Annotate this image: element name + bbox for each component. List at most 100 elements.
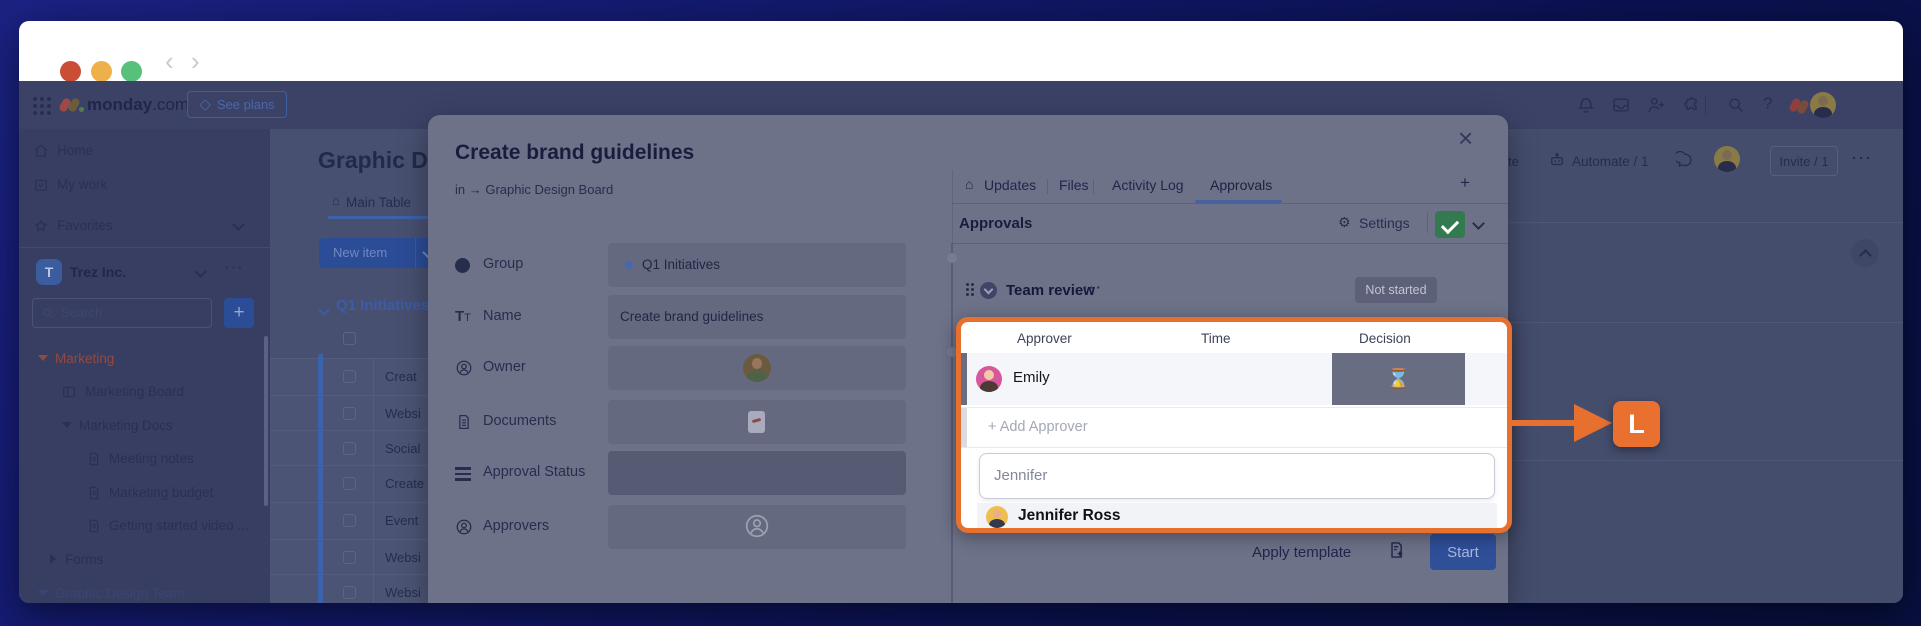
table-row[interactable]: Websi <box>270 574 428 603</box>
workspace-menu-icon[interactable]: ··· <box>225 260 245 275</box>
row-checkbox[interactable] <box>343 407 356 420</box>
add-tab-button[interactable]: + <box>1460 173 1470 193</box>
user-avatar[interactable] <box>1810 92 1836 118</box>
table-row[interactable]: Websi <box>270 539 428 576</box>
table-row[interactable]: Websi <box>270 395 428 432</box>
notifications-bell-icon[interactable] <box>1576 95 1596 115</box>
template-doc-icon[interactable] <box>1387 540 1407 560</box>
doc-icon <box>86 485 102 501</box>
group-title[interactable]: Q1 Initiatives <box>336 297 428 314</box>
column-decision: Decision <box>1359 331 1411 346</box>
member-avatar[interactable] <box>1714 146 1740 172</box>
approver-row[interactable]: Emily ⌛ <box>961 353 1507 405</box>
invite-button[interactable]: Invite / 1 <box>1770 146 1838 176</box>
approval-timeline <box>951 243 953 603</box>
help-icon[interactable]: ? <box>1763 94 1772 114</box>
forward-icon[interactable]: › <box>191 45 200 77</box>
row-checkbox[interactable] <box>343 477 356 490</box>
back-icon[interactable]: ‹ <box>165 45 174 77</box>
sidebar-item-meeting-notes[interactable]: Meeting notes <box>19 447 270 471</box>
start-button[interactable]: Start <box>1430 534 1496 570</box>
sidebar-item-graphic-design-team[interactable]: Graphic Design Team <box>19 582 270 603</box>
tab-main-table[interactable]: Main Table <box>346 195 411 210</box>
row-checkbox[interactable] <box>343 514 356 527</box>
row-checkbox[interactable] <box>343 586 356 599</box>
sidebar-item-getting-started-video[interactable]: Getting started video ... <box>19 514 270 538</box>
section-collapse-icon[interactable] <box>980 282 997 299</box>
collapse-triangle-icon <box>38 355 48 361</box>
search-icon[interactable] <box>1726 95 1746 115</box>
marketplace-puzzle-icon[interactable] <box>1681 95 1701 115</box>
inbox-icon[interactable] <box>1611 95 1631 115</box>
approval-status-field-value[interactable] <box>608 451 906 495</box>
group-field-value[interactable]: Q1 Initiatives <box>608 243 906 287</box>
group-collapse-icon[interactable] <box>320 301 328 319</box>
row-checkbox[interactable] <box>343 551 356 564</box>
table-row[interactable]: Event <box>270 502 428 539</box>
gear-icon: ⚙ <box>1338 214 1351 231</box>
add-board-button[interactable]: + <box>224 298 254 328</box>
select-all-checkbox[interactable] <box>343 332 356 345</box>
sidebar-item-marketing[interactable]: Marketing <box>19 347 270 371</box>
sidebar-search-input[interactable]: Search <box>32 298 212 328</box>
sidebar-item-home[interactable]: Home <box>19 139 270 163</box>
doc-file-icon <box>748 411 765 433</box>
apply-template-button[interactable]: Apply template <box>1252 544 1351 561</box>
row-checkbox[interactable] <box>343 370 356 383</box>
apps-grid-icon[interactable] <box>33 97 37 101</box>
my-work-icon <box>33 177 49 193</box>
approver-search-input[interactable]: Jennifer <box>979 453 1495 499</box>
suggestion-item[interactable]: Jennifer Ross <box>977 503 1497 533</box>
row-accent-strip <box>961 408 967 447</box>
approvals-check-button[interactable] <box>1435 211 1465 238</box>
sidebar-workspace[interactable]: T Trez Inc. ··· <box>19 259 270 287</box>
modal-title: Create brand guidelines <box>455 141 694 165</box>
sidebar-item-marketing-board[interactable]: Marketing Board <box>19 380 270 404</box>
group-icon <box>455 257 473 275</box>
tab-updates[interactable]: Updates <box>984 177 1036 193</box>
sidebar-item-favorites[interactable]: Favorites <box>19 214 270 238</box>
invite-member-icon[interactable] <box>1646 95 1666 115</box>
table-row[interactable]: Social <box>270 430 428 467</box>
monday-logo-icon[interactable] <box>61 96 83 114</box>
sidebar-item-my-work[interactable]: My work <box>19 173 270 197</box>
automate-button[interactable]: Automate / 1 <box>1572 154 1649 169</box>
scroll-to-top-button[interactable] <box>1851 239 1879 267</box>
chevron-down-icon[interactable] <box>1472 217 1485 230</box>
new-item-button[interactable]: New item <box>319 238 428 268</box>
add-approver-row[interactable]: + Add Approver <box>961 407 1507 448</box>
minimize-traffic-light[interactable] <box>91 61 112 82</box>
breadcrumb[interactable]: in → Graphic Design Board <box>455 182 613 197</box>
maximize-traffic-light[interactable] <box>121 61 142 82</box>
integrate-button[interactable]: te <box>1508 154 1519 169</box>
sidebar-item-marketing-docs[interactable]: Marketing Docs <box>19 414 270 438</box>
tab-approvals[interactable]: Approvals <box>1210 177 1272 193</box>
typed-query: Jennifer <box>994 467 1047 484</box>
section-menu-icon[interactable]: ··· <box>1083 279 1103 295</box>
table-row[interactable]: Create <box>270 465 428 502</box>
tab-activity-log[interactable]: Activity Log <box>1112 177 1184 193</box>
decision-pending-cell[interactable]: ⌛ <box>1332 353 1465 405</box>
brand-wordmark[interactable]: monday.com <box>87 95 189 115</box>
documents-field-value[interactable] <box>608 400 906 444</box>
table-row[interactable]: Creat <box>270 358 428 395</box>
sidebar-item-marketing-budget[interactable]: Marketing budget <box>19 481 270 505</box>
approvers-field-value[interactable] <box>608 505 906 549</box>
row-checkbox[interactable] <box>343 442 356 455</box>
sidebar-scrollbar[interactable] <box>264 336 268 506</box>
board-menu-icon[interactable]: ··· <box>1852 150 1873 167</box>
see-plans-button[interactable]: ◇ See plans <box>187 91 287 118</box>
name-field-value[interactable]: Create brand guidelines <box>608 295 906 339</box>
close-icon[interactable]: × <box>1458 125 1473 151</box>
chat-bubble-icon[interactable] <box>1676 151 1694 169</box>
owner-field-value[interactable] <box>608 346 906 390</box>
sidebar-item-forms[interactable]: Forms <box>19 548 270 572</box>
close-traffic-light[interactable] <box>60 61 81 82</box>
tab-files[interactable]: Files <box>1059 177 1089 193</box>
search-icon <box>41 306 55 320</box>
drag-handle-icon[interactable] <box>966 283 969 286</box>
jennifer-avatar <box>986 506 1008 528</box>
expand-triangle-icon <box>50 554 56 564</box>
chevron-down-icon <box>232 218 245 231</box>
settings-button[interactable]: Settings <box>1359 215 1410 231</box>
